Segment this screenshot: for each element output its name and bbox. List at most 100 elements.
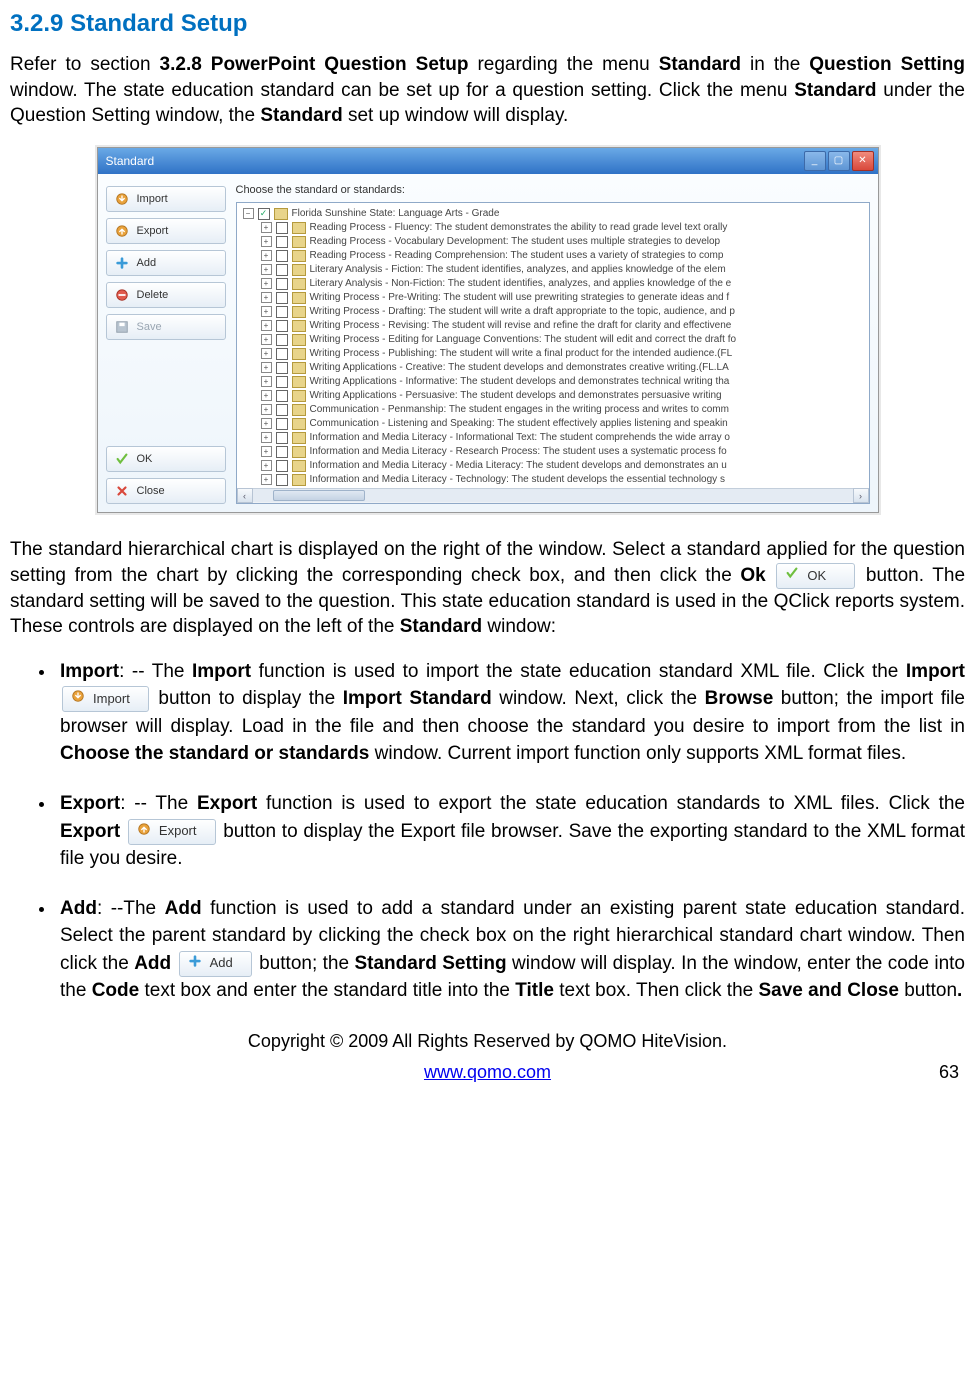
checkbox[interactable]	[276, 362, 288, 374]
tree-item-label: Reading Process - Vocabulary Development…	[310, 235, 721, 249]
text: text box. Then click the	[554, 980, 759, 1001]
tree-item[interactable]: +Writing Applications - Informative: The…	[261, 375, 867, 389]
save-button[interactable]: Save	[106, 314, 226, 340]
checkbox[interactable]	[258, 208, 270, 220]
page-footer: Copyright © 2009 All Rights Reserved by …	[10, 1031, 965, 1083]
expander-icon[interactable]: +	[261, 432, 272, 443]
text: function is used to export the state edu…	[257, 793, 965, 814]
expander-icon[interactable]: +	[261, 334, 272, 345]
checkbox[interactable]	[276, 334, 288, 346]
expander-icon[interactable]: +	[261, 278, 272, 289]
export-icon	[137, 822, 151, 842]
tree-item[interactable]: +Literary Analysis - Non-Fiction: The st…	[261, 277, 867, 291]
tree-item[interactable]: +Information and Media Literacy - Resear…	[261, 445, 867, 459]
expander-icon[interactable]: +	[261, 236, 272, 247]
menu-name: Standard	[659, 54, 741, 75]
expander-icon[interactable]: +	[261, 250, 272, 261]
scroll-thumb[interactable]	[273, 490, 365, 501]
tree-item[interactable]: + Information and Media Literacy - Techno…	[261, 473, 867, 487]
checkbox[interactable]	[276, 404, 288, 416]
button-name: Browse	[705, 688, 774, 709]
tree-item[interactable]: +Communication - Penmanship: The student…	[261, 403, 867, 417]
checkbox[interactable]	[276, 292, 288, 304]
expander-icon[interactable]: +	[261, 320, 272, 331]
expander-icon[interactable]: +	[261, 306, 272, 317]
delete-button[interactable]: Delete	[106, 282, 226, 308]
button-label: Add	[137, 257, 157, 269]
expander-icon[interactable]: +	[261, 418, 272, 429]
checkbox[interactable]	[276, 278, 288, 290]
tree-item[interactable]: +Writing Process - Publishing: The stude…	[261, 347, 867, 361]
checkbox[interactable]	[276, 446, 288, 458]
expander-icon[interactable]: +	[261, 390, 272, 401]
tree-item[interactable]: +Reading Process - Reading Comprehension…	[261, 249, 867, 263]
checkbox[interactable]	[276, 236, 288, 248]
import-button[interactable]: Import	[106, 186, 226, 212]
checkbox[interactable]	[276, 264, 288, 276]
scroll-right-button[interactable]: ›	[853, 488, 869, 503]
scroll-left-button[interactable]: ‹	[237, 488, 253, 503]
checkbox[interactable]	[276, 222, 288, 234]
tree-item[interactable]: +Writing Applications - Persuasive: The …	[261, 389, 867, 403]
check-icon	[115, 452, 129, 466]
close-window-button[interactable]: ✕	[852, 151, 874, 171]
tree-item[interactable]: + Information and Media Literacy - Media …	[261, 459, 867, 473]
scroll-track[interactable]	[253, 489, 853, 502]
tree-root-item[interactable]: −Florida Sunshine State: Language Arts -…	[243, 207, 867, 221]
tree-item[interactable]: +Communication - Listening and Speaking:…	[261, 417, 867, 431]
expander-icon[interactable]: +	[261, 460, 272, 471]
checkbox[interactable]	[276, 418, 288, 430]
add-bullet: Add: --The Add function is used to add a…	[56, 895, 965, 1005]
tree-item[interactable]: +Reading Process - Fluency: The student …	[261, 221, 867, 235]
tree-item-label: Information and Media Literacy - Technol…	[310, 473, 725, 487]
expander-icon[interactable]: +	[261, 348, 272, 359]
checkbox[interactable]	[276, 320, 288, 332]
checkbox[interactable]	[276, 432, 288, 444]
checkbox[interactable]	[276, 474, 288, 486]
checkbox[interactable]	[276, 306, 288, 318]
import-icon	[71, 689, 85, 709]
expander-icon[interactable]: −	[243, 208, 254, 219]
checkbox[interactable]	[276, 460, 288, 472]
expander-icon[interactable]: +	[261, 264, 272, 275]
tree-item-label: Information and Media Literacy - Media L…	[310, 459, 727, 473]
checkbox[interactable]	[276, 390, 288, 402]
text: window. Current import function only sup…	[369, 743, 906, 764]
tree-item[interactable]: +Writing Applications - Creative: The st…	[261, 361, 867, 375]
folder-icon	[292, 348, 306, 360]
after-screenshot-paragraph: The standard hierarchical chart is displ…	[10, 537, 965, 640]
minimize-button[interactable]: _	[804, 151, 826, 171]
text: : -- The	[120, 793, 197, 814]
tree-item[interactable]: +Writing Process - Drafting: The student…	[261, 305, 867, 319]
tree-item[interactable]: + Reading Process - Vocabulary Developmen…	[261, 235, 867, 249]
close-button[interactable]: Close	[106, 478, 226, 504]
maximize-button[interactable]: ▢	[828, 151, 850, 171]
expander-icon[interactable]: +	[261, 404, 272, 415]
expander-icon[interactable]: +	[261, 446, 272, 457]
tree-item[interactable]: +Writing Process - Revising: The student…	[261, 319, 867, 333]
expander-icon[interactable]: +	[261, 474, 272, 485]
checkbox[interactable]	[276, 250, 288, 262]
tree-item[interactable]: + Literary Analysis - Fiction: The studen…	[261, 263, 867, 277]
window-body: Import Export Add	[98, 174, 878, 512]
expander-icon[interactable]: +	[261, 222, 272, 233]
checkbox[interactable]	[276, 376, 288, 388]
tree-item[interactable]: +Information and Media Literacy - Inform…	[261, 431, 867, 445]
export-button[interactable]: Export	[106, 218, 226, 244]
checkbox[interactable]	[276, 348, 288, 360]
ok-button[interactable]: OK	[106, 446, 226, 472]
button-label: Close	[137, 485, 165, 497]
standards-tree[interactable]: −Florida Sunshine State: Language Arts -…	[236, 202, 870, 504]
tree-item-label: Literary Analysis - Fiction: The student…	[310, 263, 726, 277]
tree-item[interactable]: +Writing Process - Pre-Writing: The stud…	[261, 291, 867, 305]
menu-name: Standard	[794, 80, 876, 101]
expander-icon[interactable]: +	[261, 376, 272, 387]
expander-icon[interactable]: +	[261, 362, 272, 373]
footer-url[interactable]: www.qomo.com	[56, 1062, 919, 1083]
horizontal-scrollbar[interactable]: ‹ ›	[237, 488, 869, 503]
tree-item[interactable]: +Writing Process - Editing for Language …	[261, 333, 867, 347]
folder-icon	[292, 264, 306, 276]
expander-icon[interactable]: +	[261, 292, 272, 303]
add-button[interactable]: Add	[106, 250, 226, 276]
window-name: Standard Setting	[354, 953, 506, 974]
